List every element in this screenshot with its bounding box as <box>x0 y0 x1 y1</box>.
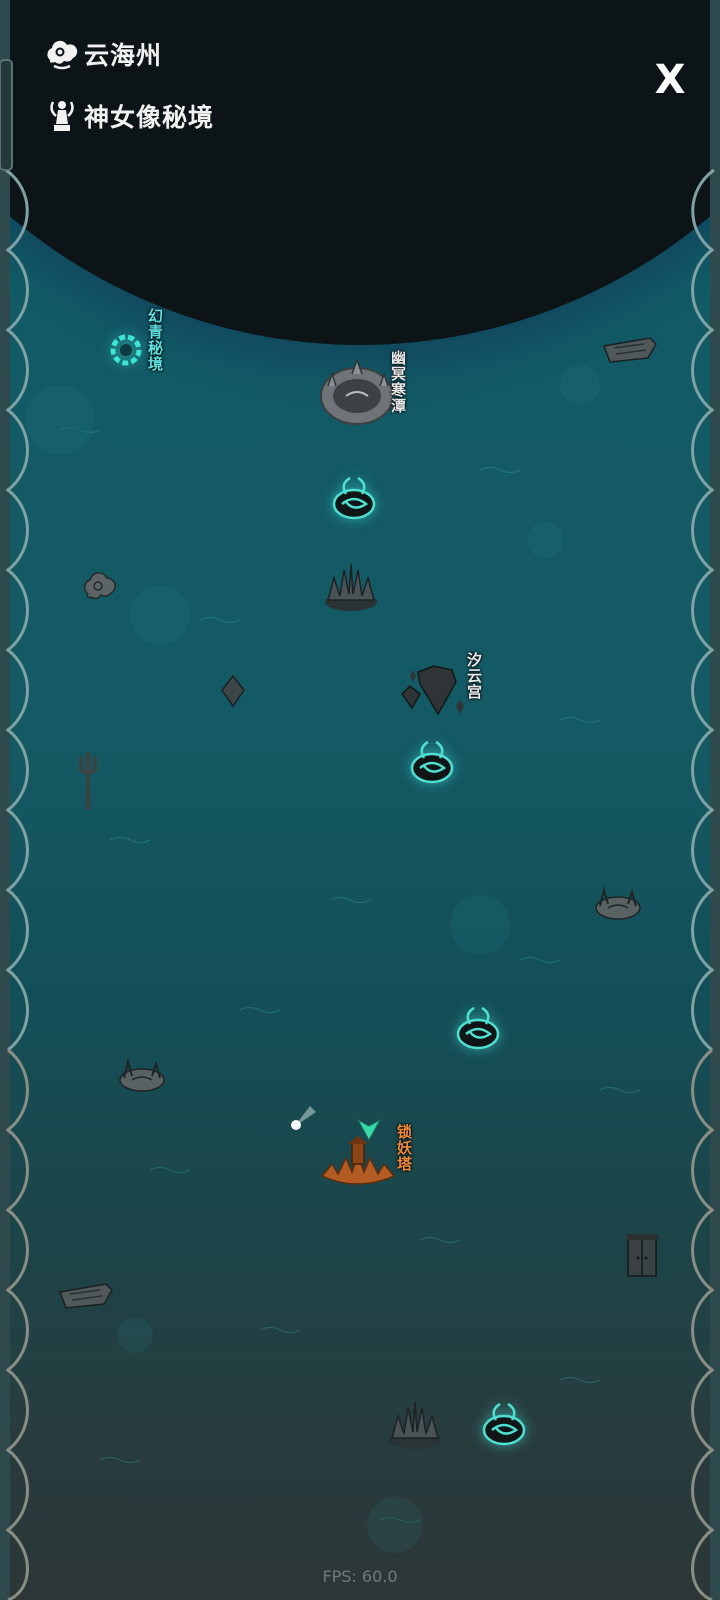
whirlpool-icon[interactable] <box>454 1004 502 1052</box>
ruins-icon[interactable] <box>118 1054 166 1094</box>
dark-pool-icon[interactable] <box>318 356 396 428</box>
fps-counter: FPS: 60.0 <box>322 1567 398 1586</box>
whirlpool-icon[interactable] <box>480 1400 528 1448</box>
floating-islands-icon[interactable] <box>400 662 470 720</box>
rock-shard-icon[interactable] <box>220 674 246 708</box>
gate-icon[interactable] <box>624 1230 660 1280</box>
ruins-icon[interactable] <box>594 882 642 922</box>
region-name: 云海州 <box>84 41 163 70</box>
whirlpool-icon[interactable] <box>330 474 378 522</box>
right-vine-border <box>691 0 720 1600</box>
light-orb-icon <box>291 1106 316 1130</box>
close-button[interactable]: X <box>640 56 700 104</box>
location-label-suoyao[interactable]: 锁妖塔 <box>395 1124 413 1172</box>
shipwreck-icon[interactable] <box>56 1276 114 1312</box>
cloud-swirl-icon[interactable] <box>80 568 118 608</box>
location-label-youming[interactable]: 幽冥寒潭 <box>389 350 407 414</box>
realm-header: 神女像秘境 <box>44 98 214 134</box>
trident-icon[interactable] <box>78 750 98 812</box>
pagoda-lotus-icon[interactable] <box>318 1136 398 1190</box>
realm-name: 神女像秘境 <box>84 103 215 132</box>
location-label-xiyun[interactable]: 汐云宫 <box>465 652 483 700</box>
spiky-lotus-icon[interactable] <box>386 1398 444 1452</box>
whirlpool-icon[interactable] <box>408 738 456 786</box>
spiky-lotus-icon[interactable] <box>322 560 380 614</box>
goddess-statue-icon <box>50 101 74 131</box>
close-icon[interactable]: X <box>655 57 686 103</box>
location-label-huanqing[interactable]: 幻青秘境 <box>146 308 164 372</box>
cloud-swirl-icon <box>47 40 78 70</box>
region-header: 云海州 <box>44 36 162 72</box>
left-vine-border <box>0 0 29 1600</box>
portal-ring-icon[interactable] <box>106 330 146 370</box>
shipwreck-icon[interactable] <box>600 330 658 366</box>
sea-map[interactable]: 幻青秘境 幽冥寒潭 汐云宫 锁妖塔 <box>0 0 720 1600</box>
